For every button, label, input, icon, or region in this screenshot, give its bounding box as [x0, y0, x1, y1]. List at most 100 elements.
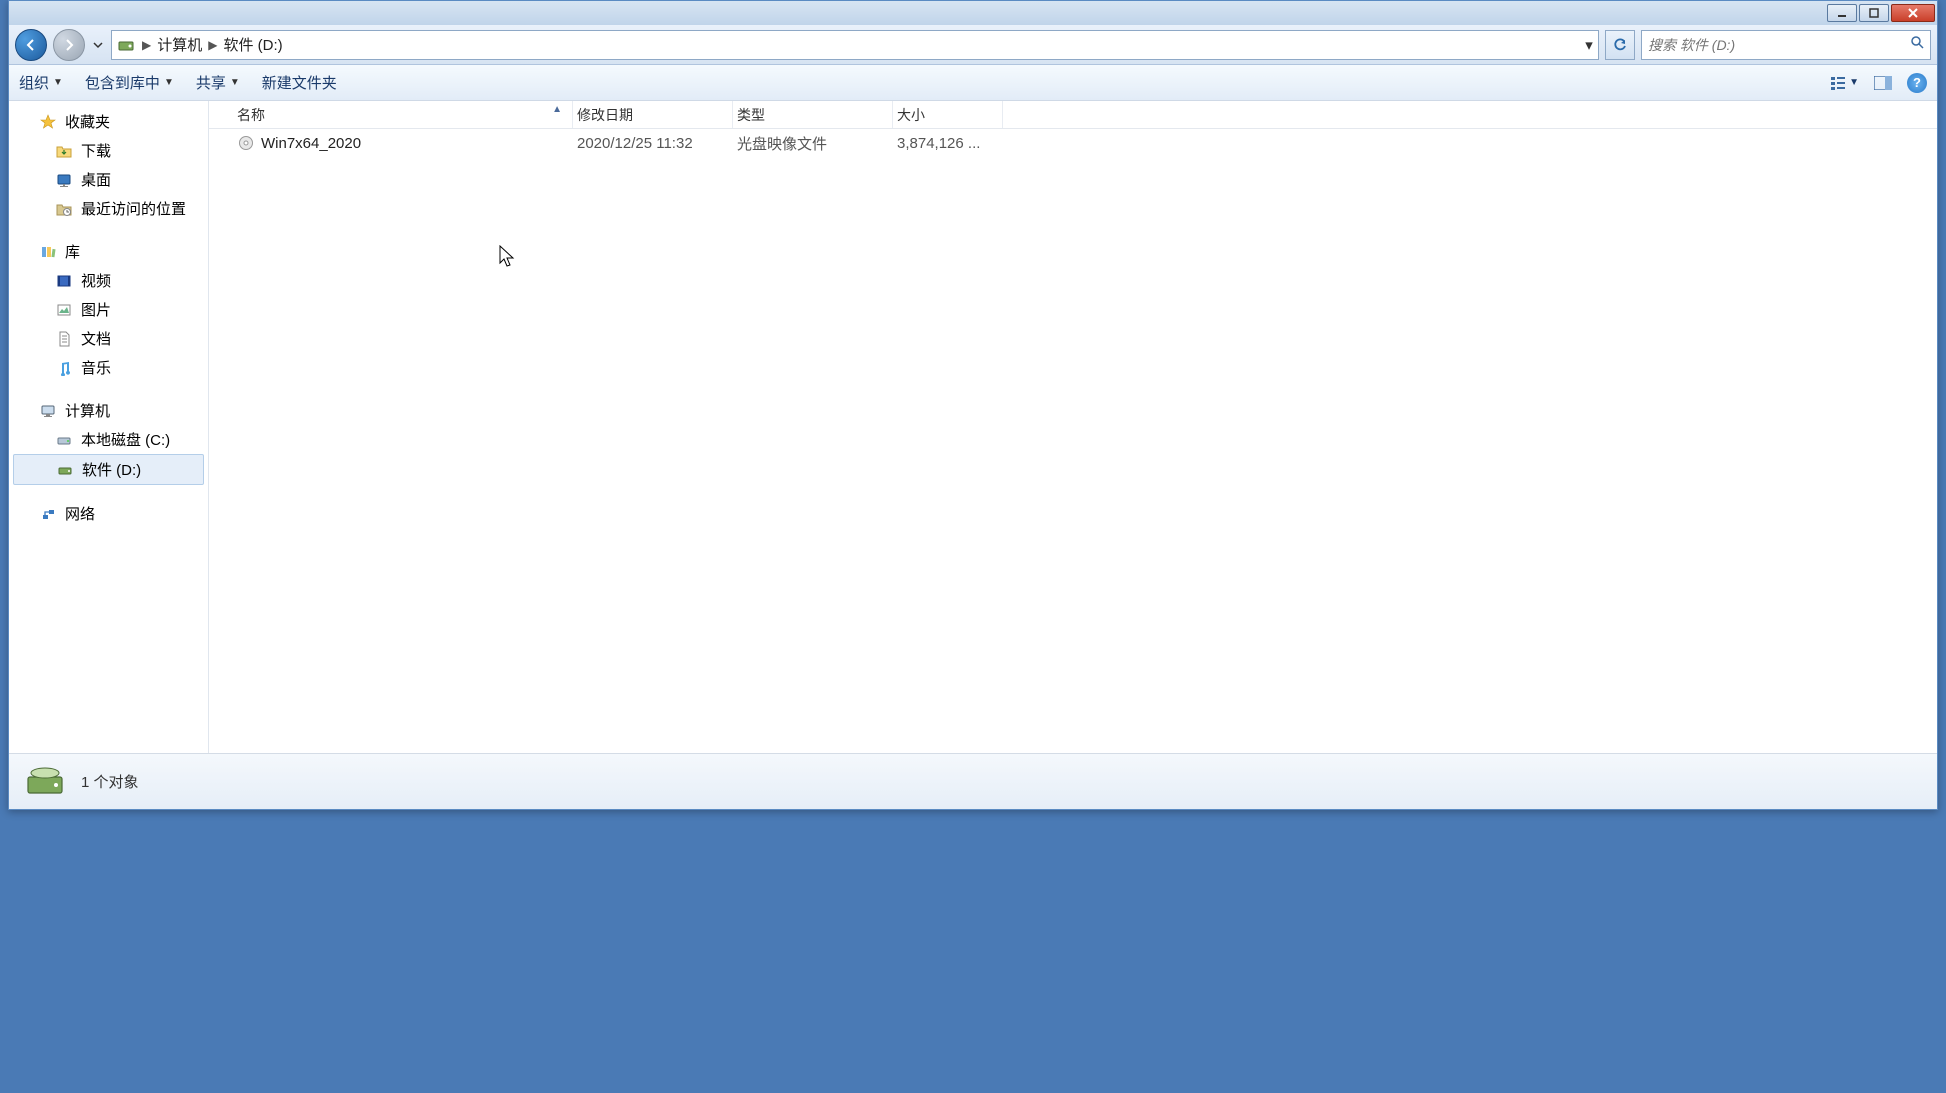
toolbar: 组织 ▼ 包含到库中 ▼ 共享 ▼ 新建文件夹 ▼ ?	[9, 65, 1937, 101]
sidebar-label: 本地磁盘 (C:)	[81, 429, 170, 450]
sort-asc-icon: ▲	[552, 104, 562, 115]
column-header-date[interactable]: 修改日期	[573, 101, 733, 128]
status-bar: 1 个对象	[9, 753, 1937, 809]
file-name: Win7x64_2020	[261, 135, 361, 152]
maximize-button[interactable]	[1859, 4, 1889, 22]
breadcrumb-chevron-icon[interactable]: ▶	[140, 38, 153, 52]
nav-history-dropdown[interactable]	[91, 40, 105, 50]
star-icon	[39, 113, 57, 131]
search-input[interactable]	[1648, 37, 1910, 53]
sidebar-item-music[interactable]: 音乐	[9, 353, 208, 382]
sidebar-label: 音乐	[81, 357, 111, 378]
file-list[interactable]: Win7x64_2020 2020/12/25 11:32 光盘映像文件 3,8…	[209, 129, 1937, 753]
computer-icon	[39, 402, 57, 420]
arrow-left-icon	[23, 37, 39, 53]
help-button[interactable]: ?	[1907, 73, 1927, 93]
document-icon	[55, 330, 73, 348]
sidebar-item-cdrive[interactable]: 本地磁盘 (C:)	[9, 425, 208, 454]
help-icon: ?	[1913, 75, 1921, 90]
sidebar-item-recent[interactable]: 最近访问的位置	[9, 194, 208, 223]
sidebar-label: 文档	[81, 328, 111, 349]
column-label: 修改日期	[577, 105, 633, 125]
music-icon	[55, 359, 73, 377]
chevron-down-icon: ▼	[1849, 77, 1859, 88]
breadcrumb-computer[interactable]: 计算机	[153, 34, 206, 55]
file-date: 2020/12/25 11:32	[573, 135, 733, 152]
forward-button[interactable]	[53, 29, 85, 61]
address-dropdown[interactable]: ▾	[1580, 36, 1598, 54]
search-box[interactable]	[1641, 30, 1931, 60]
toolbar-label: 共享	[196, 72, 226, 93]
view-icon	[1831, 76, 1845, 90]
minimize-button[interactable]	[1827, 4, 1857, 22]
refresh-button[interactable]	[1605, 30, 1635, 60]
minimize-icon	[1837, 8, 1847, 18]
download-folder-icon	[55, 142, 73, 160]
sidebar-label: 桌面	[81, 169, 111, 190]
maximize-icon	[1869, 8, 1879, 18]
chevron-down-icon: ▼	[53, 77, 63, 88]
sidebar-favorites[interactable]: 收藏夹	[9, 107, 208, 136]
address-bar[interactable]: ▶ 计算机 ▶ 软件 (D:) ▾	[111, 30, 1599, 60]
sidebar-item-desktop[interactable]: 桌面	[9, 165, 208, 194]
chevron-down-icon: ▼	[230, 77, 240, 88]
new-folder-button[interactable]: 新建文件夹	[262, 72, 337, 93]
column-label: 类型	[737, 105, 765, 125]
sidebar-label: 最近访问的位置	[81, 198, 186, 219]
organize-button[interactable]: 组织 ▼	[19, 72, 63, 93]
chevron-down-icon	[93, 40, 103, 50]
sidebar-computer[interactable]: 计算机	[9, 396, 208, 425]
chevron-down-icon: ▼	[164, 77, 174, 88]
drive-icon	[55, 431, 73, 449]
video-icon	[55, 272, 73, 290]
breadcrumb-chevron-icon[interactable]: ▶	[206, 38, 219, 52]
preview-pane-button[interactable]	[1869, 71, 1897, 95]
titlebar	[9, 1, 1937, 25]
sidebar-label: 下载	[81, 140, 111, 161]
column-header-name[interactable]: 名称 ▲	[233, 101, 573, 128]
content-pane: 名称 ▲ 修改日期 类型 大小	[209, 101, 1937, 753]
column-header-type[interactable]: 类型	[733, 101, 893, 128]
sidebar-label: 计算机	[65, 400, 110, 421]
sidebar-label: 库	[65, 241, 80, 262]
column-label: 名称	[237, 105, 265, 125]
preview-pane-icon	[1874, 76, 1892, 90]
sidebar-libraries[interactable]: 库	[9, 237, 208, 266]
drive-icon	[56, 461, 74, 479]
desktop-icon	[55, 171, 73, 189]
sidebar-item-downloads[interactable]: 下载	[9, 136, 208, 165]
toolbar-label: 组织	[19, 72, 49, 93]
view-options-button[interactable]: ▼	[1831, 71, 1859, 95]
sidebar-item-video[interactable]: 视频	[9, 266, 208, 295]
sidebar-label: 网络	[65, 503, 95, 524]
body: 收藏夹 下载 桌面 最近访问的位置 库	[9, 101, 1937, 753]
share-button[interactable]: 共享 ▼	[196, 72, 240, 93]
sidebar-item-ddrive[interactable]: 软件 (D:)	[13, 454, 204, 485]
file-row[interactable]: Win7x64_2020 2020/12/25 11:32 光盘映像文件 3,8…	[209, 129, 1937, 157]
sidebar-item-pictures[interactable]: 图片	[9, 295, 208, 324]
library-icon	[39, 243, 57, 261]
disc-image-icon	[237, 134, 255, 152]
drive-large-icon	[21, 758, 69, 806]
pictures-icon	[55, 301, 73, 319]
toolbar-label: 包含到库中	[85, 72, 160, 93]
sidebar-label: 软件 (D:)	[82, 459, 141, 480]
sidebar-label: 收藏夹	[65, 111, 110, 132]
include-in-library-button[interactable]: 包含到库中 ▼	[85, 72, 174, 93]
breadcrumb-current[interactable]: 软件 (D:)	[219, 34, 286, 55]
sidebar-network[interactable]: 网络	[9, 499, 208, 528]
file-size: 3,874,126 ...	[893, 135, 1003, 152]
nav-row: ▶ 计算机 ▶ 软件 (D:) ▾	[9, 25, 1937, 65]
sidebar: 收藏夹 下载 桌面 最近访问的位置 库	[9, 101, 209, 753]
search-icon[interactable]	[1910, 35, 1924, 54]
recent-icon	[55, 200, 73, 218]
toolbar-label: 新建文件夹	[262, 72, 337, 93]
network-icon	[39, 505, 57, 523]
status-text: 1 个对象	[81, 771, 139, 792]
refresh-icon	[1612, 37, 1628, 53]
close-button[interactable]	[1891, 4, 1935, 22]
back-button[interactable]	[15, 29, 47, 61]
sidebar-label: 图片	[81, 299, 111, 320]
sidebar-item-documents[interactable]: 文档	[9, 324, 208, 353]
column-header-size[interactable]: 大小	[893, 101, 1003, 128]
